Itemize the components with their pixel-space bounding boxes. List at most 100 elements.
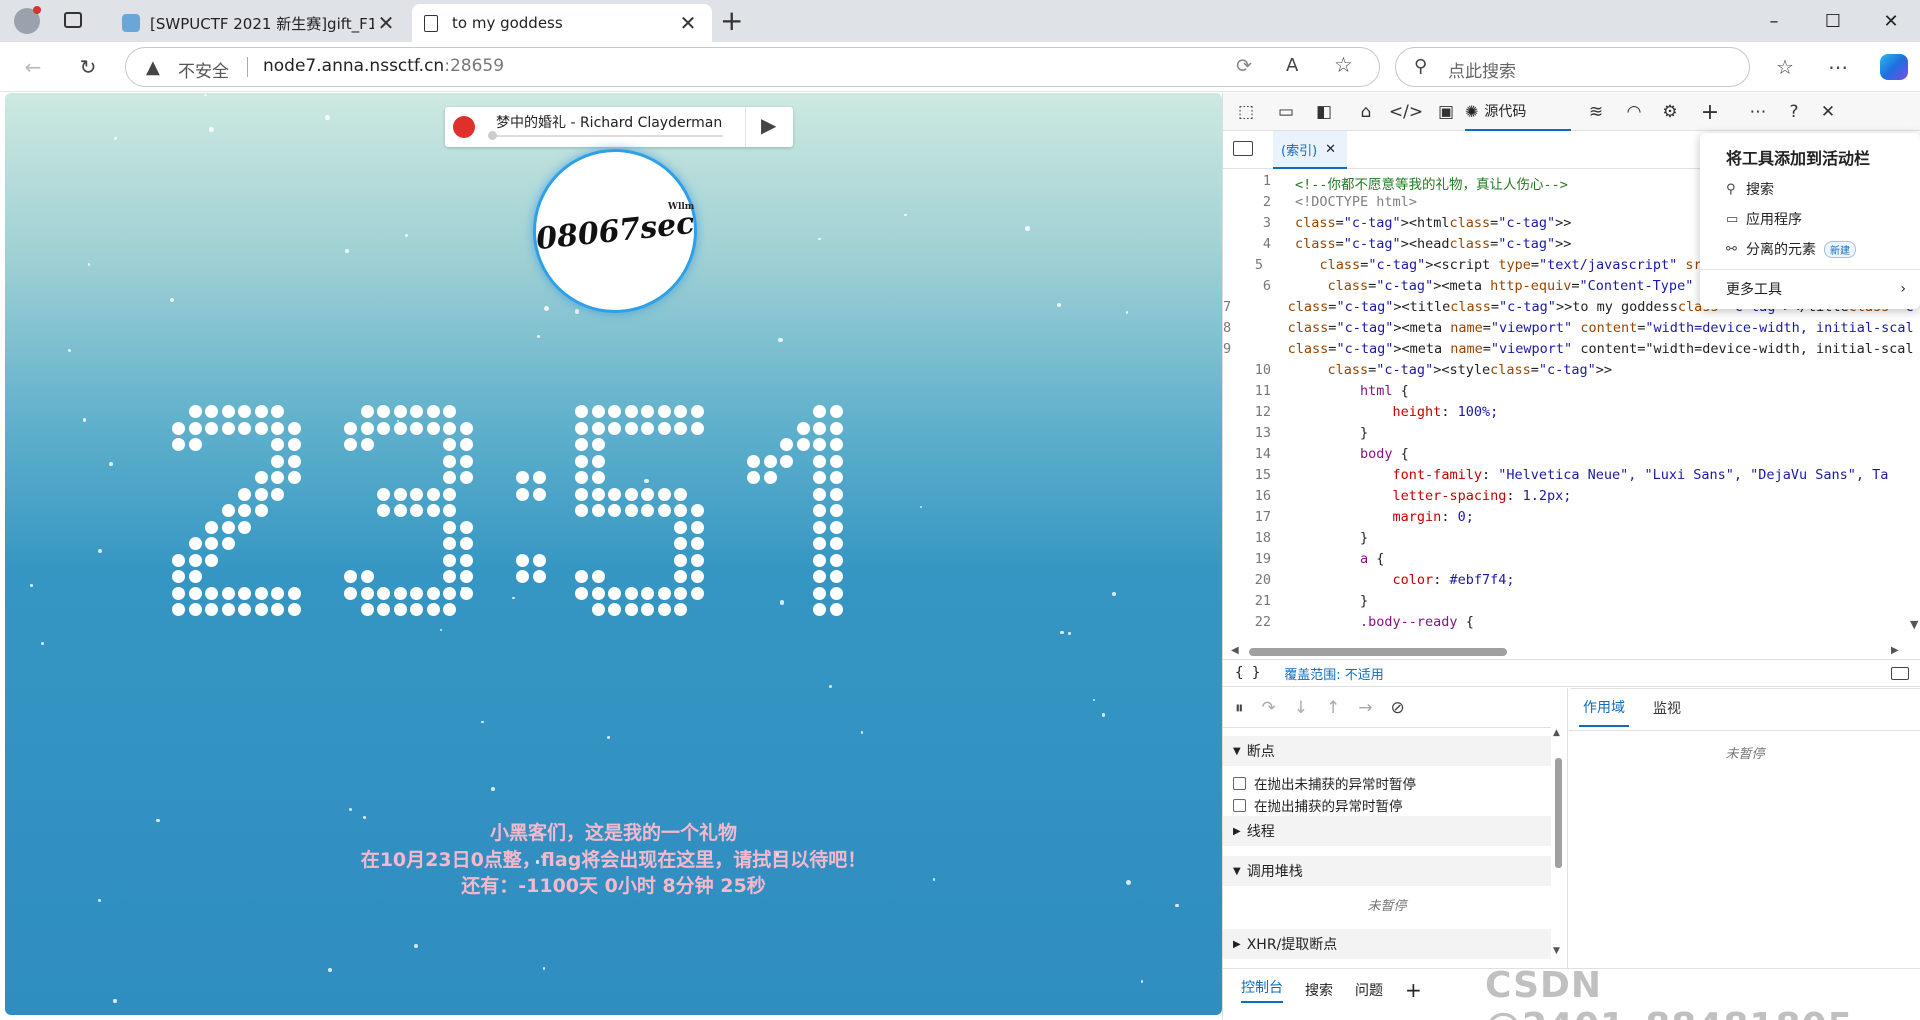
file-tab-index[interactable]: (索引) ✕ (1273, 131, 1347, 169)
line-number[interactable]: 14 (1223, 446, 1271, 467)
line-number[interactable]: 11 (1223, 383, 1271, 404)
code-line[interactable]: 19 a { (1223, 551, 1913, 572)
omnibox[interactable]: ▲ 不安全 node7.anna.nssctf.cn:28659 ⟳ A ☆ (125, 47, 1380, 87)
step-icon[interactable]: → (1358, 698, 1372, 718)
url-text[interactable]: node7.anna.nssctf.cn:28659 (263, 56, 504, 76)
scrollbar-thumb[interactable] (1555, 758, 1562, 868)
code-line[interactable]: 12 height: 100%; (1223, 404, 1913, 425)
device-emulation-icon[interactable]: ▭ (1273, 93, 1299, 131)
line-number[interactable]: 17 (1223, 509, 1271, 530)
line-number[interactable]: 2 (1223, 194, 1271, 215)
back-icon[interactable]: ← (18, 52, 48, 82)
line-number[interactable]: 16 (1223, 488, 1271, 509)
elements-icon[interactable]: </> (1389, 93, 1423, 131)
tab-scope[interactable]: 作用域 (1579, 689, 1629, 727)
line-number[interactable]: 6 (1223, 278, 1271, 299)
line-number[interactable]: 13 (1223, 425, 1271, 446)
vertical-scrollbar[interactable]: ▲ ▼ (1553, 728, 1563, 958)
pretty-print-icon[interactable]: { } (1223, 665, 1260, 681)
code-line[interactable]: 21 } (1223, 593, 1913, 614)
tab-gift-f12[interactable]: [SWPUCTF 2021 新生赛]gift_F12 | ✕ (110, 4, 410, 42)
code-line[interactable]: 10 class="c-tag"><styleclass="c-tag">> (1223, 362, 1913, 383)
drawer-tab-console[interactable]: 控制台 (1241, 977, 1283, 1003)
tab-sources[interactable]: ✺ 源代码 (1465, 93, 1571, 131)
close-file-icon[interactable]: ✕ (1325, 142, 1336, 157)
minimize-button[interactable]: – (1745, 0, 1803, 42)
line-number[interactable]: 8 (1223, 320, 1231, 341)
close-devtools-icon[interactable]: ✕ (1815, 93, 1841, 131)
refresh-icon[interactable]: ↻ (73, 52, 103, 82)
line-number[interactable]: 9 (1223, 341, 1231, 362)
section-callstack[interactable]: ▼ 调用堆栈 (1223, 856, 1551, 886)
home-icon[interactable]: ⌂ (1353, 93, 1379, 131)
add-tool-icon[interactable]: + (1697, 93, 1723, 131)
line-number[interactable]: 19 (1223, 551, 1271, 572)
code-line[interactable]: 18 } (1223, 530, 1913, 551)
navigator-toggle-icon[interactable] (1233, 141, 1253, 156)
checkbox-pause-uncaught[interactable]: 在抛出未捕获的异常时暂停 (1233, 773, 1416, 793)
netease-music-icon[interactable] (453, 116, 475, 138)
line-number[interactable]: 22 (1223, 614, 1271, 635)
menu-item-application[interactable]: ▭ 应用程序 (1726, 209, 1802, 229)
help-icon[interactable]: ? (1781, 93, 1807, 131)
code-line[interactable]: 17 margin: 0; (1223, 509, 1913, 530)
close-tab-icon[interactable]: ✕ (676, 11, 700, 35)
close-tab-icon[interactable]: ✕ (374, 11, 398, 35)
pause-icon[interactable]: ⏸ (1235, 698, 1244, 718)
favorite-star-icon[interactable]: ☆ (1334, 53, 1353, 77)
line-number[interactable]: 10 (1223, 362, 1271, 383)
settings-gear-icon[interactable]: ⚙ (1657, 93, 1683, 131)
read-aloud-icon[interactable]: A (1286, 55, 1298, 76)
network-icon[interactable]: ≋ (1583, 93, 1609, 131)
translate-icon[interactable]: ⟳ (1236, 55, 1252, 77)
progress-track[interactable] (488, 135, 723, 137)
code-line[interactable]: 11 html { (1223, 383, 1913, 404)
step-out-icon[interactable]: ↑ (1326, 698, 1340, 718)
play-icon[interactable]: ▶ (761, 113, 776, 137)
drawer-add-icon[interactable]: + (1405, 978, 1422, 1002)
dock-icon[interactable]: ◧ (1311, 93, 1337, 131)
search-box[interactable]: ⚲ 点此搜索 (1395, 47, 1750, 87)
code-line[interactable]: 20 color: #ebf7f4; (1223, 572, 1913, 593)
line-number[interactable]: 7 (1223, 299, 1231, 320)
code-line[interactable]: 9 class="c-tag"><meta name="viewport" co… (1223, 341, 1913, 362)
progress-knob[interactable] (488, 131, 497, 140)
favorites-icon[interactable]: ☆ (1770, 52, 1800, 82)
line-number[interactable]: 12 (1223, 404, 1271, 425)
more-tools-icon[interactable]: ⋯ (1745, 93, 1771, 131)
horizontal-scrollbar[interactable]: ◀ ▶ (1231, 643, 1911, 659)
coverage-link[interactable]: 覆盖范围: 不适用 (1284, 664, 1384, 683)
more-menu-icon[interactable]: ⋯ (1823, 52, 1853, 82)
drawer-toggle-icon[interactable] (1891, 666, 1909, 680)
close-window-button[interactable]: ✕ (1862, 0, 1920, 42)
deactivate-breakpoints-icon[interactable]: ⊘ (1391, 698, 1405, 718)
scrollbar-thumb[interactable] (1249, 648, 1507, 656)
section-xhr-breakpoints[interactable]: ▶ XHR/提取断点 (1223, 929, 1551, 959)
step-over-icon[interactable]: ↷ (1262, 698, 1276, 718)
code-line[interactable]: 14 body { (1223, 446, 1913, 467)
drawer-tab-search[interactable]: 搜索 (1305, 980, 1333, 1000)
checkbox-pause-caught[interactable]: 在抛出捕获的异常时暂停 (1233, 795, 1403, 815)
line-number[interactable]: 3 (1223, 215, 1271, 236)
section-threads[interactable]: ▶ 线程 (1223, 816, 1551, 846)
security-label[interactable]: 不安全 (178, 57, 229, 82)
inspect-icon[interactable]: ⬚ (1233, 93, 1259, 131)
line-number[interactable]: 15 (1223, 467, 1271, 488)
line-number[interactable]: 18 (1223, 530, 1271, 551)
tab-watch[interactable]: 监视 (1653, 698, 1681, 718)
scroll-down-arrow[interactable]: ▼ (1910, 618, 1918, 631)
line-number[interactable]: 5 (1223, 257, 1263, 278)
tab-actions-icon[interactable] (64, 12, 82, 28)
menu-item-detached-elements[interactable]: ⚯ 分离的元素 新建 (1726, 239, 1856, 259)
code-line[interactable]: 22 .body--ready { (1223, 614, 1913, 635)
line-number[interactable]: 1 (1223, 173, 1271, 194)
line-number[interactable]: 4 (1223, 236, 1271, 257)
code-line[interactable]: 8 class="c-tag"><meta name="viewport" co… (1223, 320, 1913, 341)
tab-to-my-goddess[interactable]: to my goddess ✕ (412, 4, 712, 42)
code-line[interactable]: 13 } (1223, 425, 1913, 446)
menu-item-more-tools[interactable]: 更多工具 › (1726, 279, 1906, 299)
new-tab-button[interactable]: + (720, 4, 743, 37)
menu-item-search[interactable]: ⚲ 搜索 (1726, 179, 1774, 199)
copilot-icon[interactable] (1880, 54, 1908, 80)
maximize-button[interactable]: ☐ (1804, 0, 1862, 42)
